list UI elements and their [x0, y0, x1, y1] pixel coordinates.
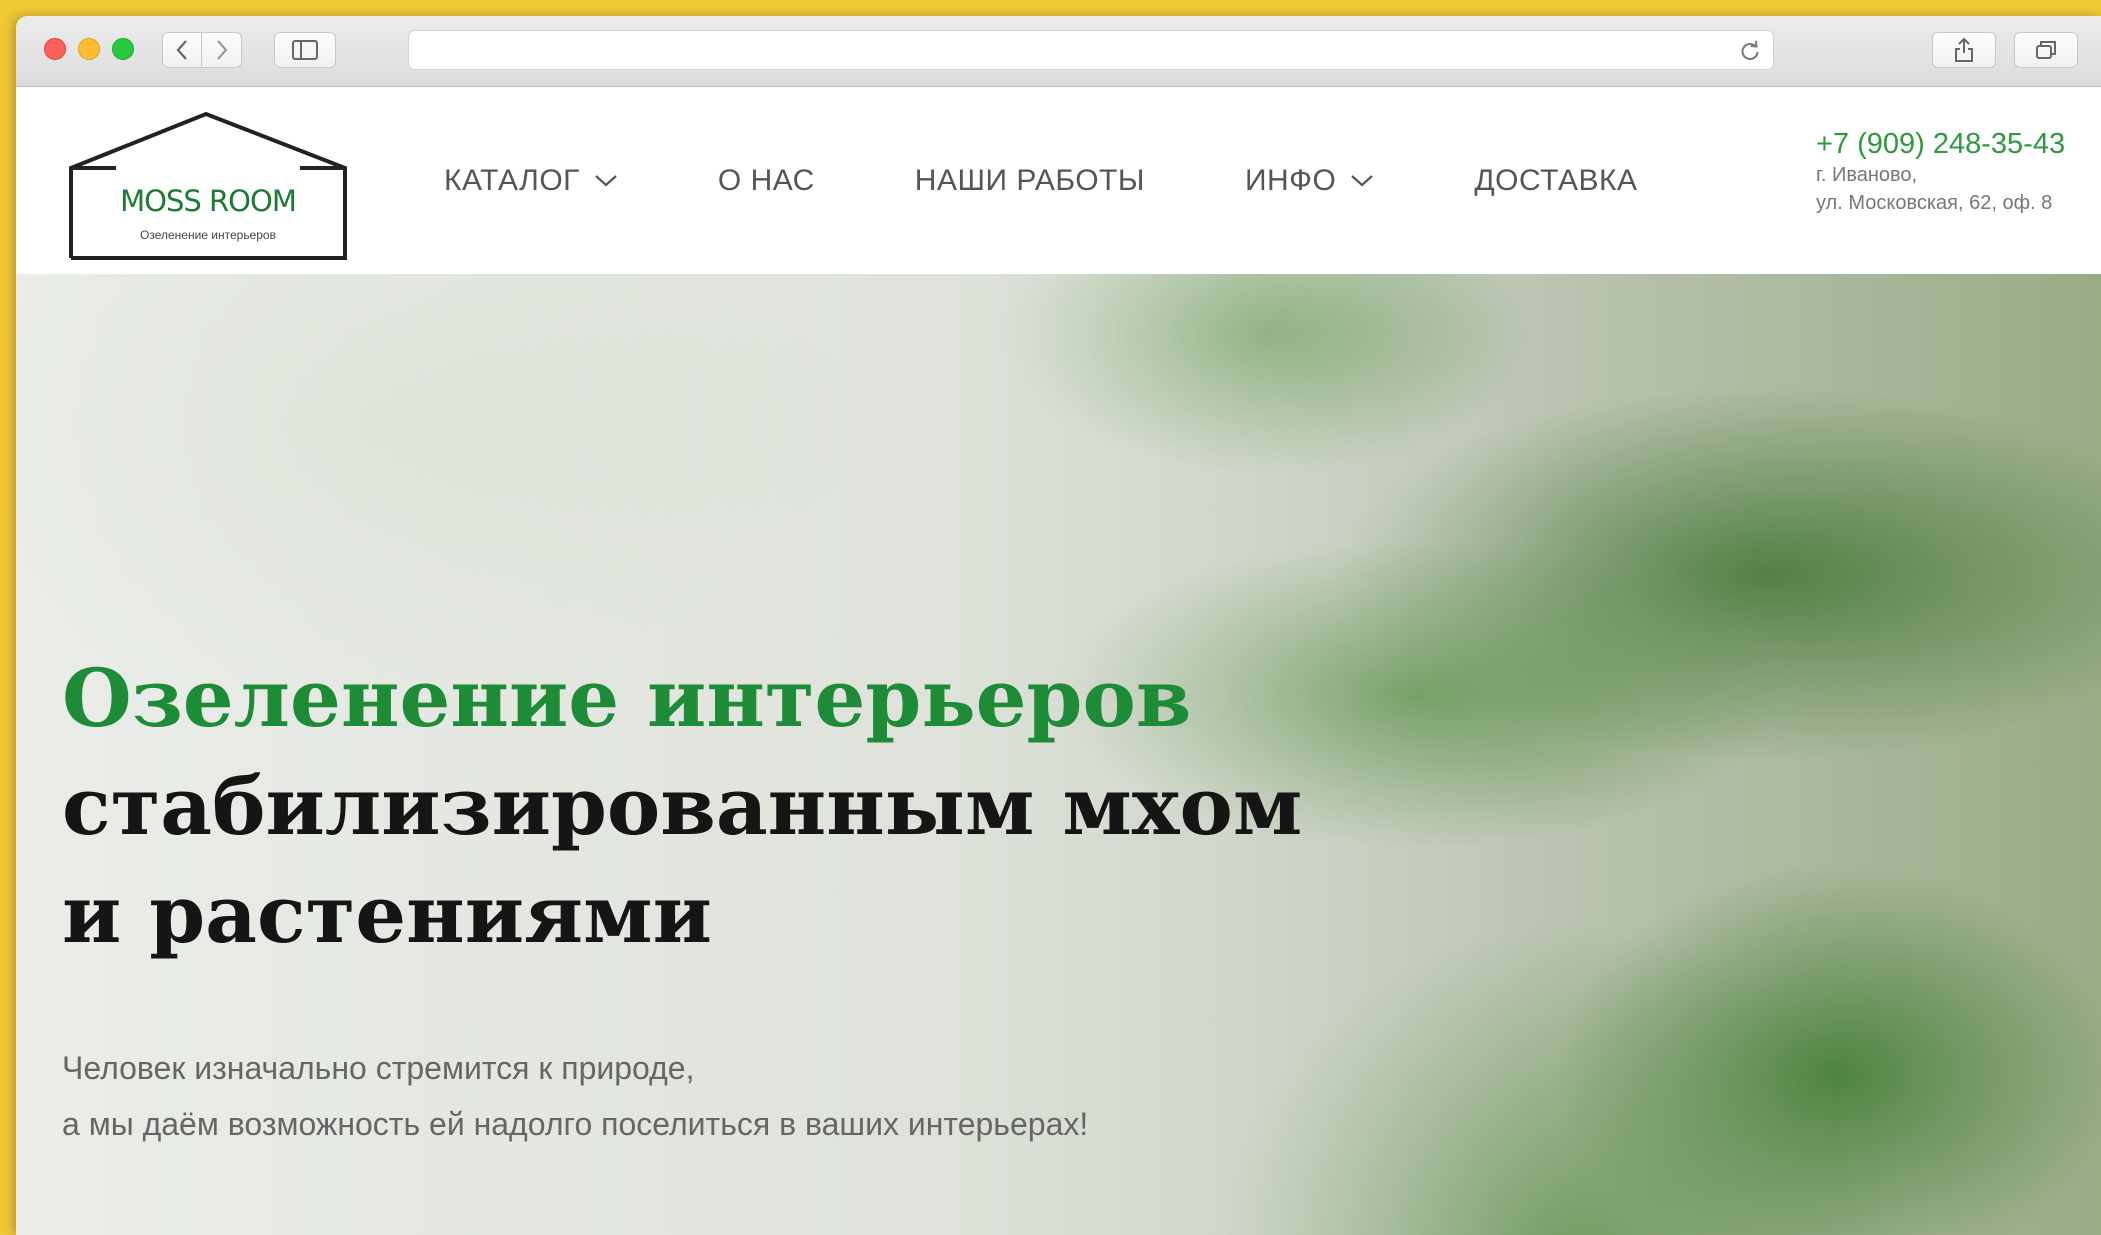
nav-info[interactable]: ИНФО	[1245, 164, 1374, 198]
nav-delivery[interactable]: ДОСТАВКА	[1474, 164, 1637, 198]
nav-about-label: О НАС	[717, 164, 815, 197]
sidebar-icon	[292, 40, 318, 60]
nav-about[interactable]: О НАС	[718, 164, 815, 198]
browser-toolbar	[16, 16, 2101, 87]
address-street: ул. Московская, 62, оф. 8	[1816, 192, 2053, 214]
chevron-down-icon	[595, 175, 617, 187]
hero-headline: Озеленение интерьеров стабилизированным …	[62, 644, 1302, 968]
hero-headline-line3: и растениями	[62, 867, 712, 961]
logo-subtitle: Озеленение интерьеров	[140, 228, 276, 242]
close-window-button[interactable]	[44, 38, 66, 60]
minimize-window-button[interactable]	[78, 38, 100, 60]
site-logo[interactable]: MOSS ROOM Озеленение интерьеров	[68, 112, 348, 260]
hero-text: Озеленение интерьеров стабилизированным …	[62, 644, 1302, 1152]
chevron-down-icon	[1351, 175, 1374, 187]
browser-window: MOSS ROOM Озеленение интерьеров КАТАЛОГ …	[16, 16, 2101, 1235]
hero-subtext-line1: Человек изначально стремится к природе,	[62, 1050, 695, 1086]
phone-link[interactable]: +7 (909) 248-35-43	[1816, 128, 2065, 161]
hero-subtext-line2: а мы даём возможность ей надолго поселит…	[62, 1106, 1089, 1142]
forward-button[interactable]	[202, 32, 242, 68]
site-header: MOSS ROOM Озеленение интерьеров КАТАЛОГ …	[16, 88, 2101, 274]
share-button[interactable]	[1932, 32, 1996, 68]
hero-section: Озеленение интерьеров стабилизированным …	[16, 274, 2101, 1235]
nav-catalog-label: КАТАЛОГ	[444, 164, 580, 197]
tabs-overview-button[interactable]	[2014, 32, 2078, 68]
hero-headline-line2: стабилизированным мхом	[62, 759, 1303, 853]
hero-subtext: Человек изначально стремится к природе, …	[62, 1040, 1302, 1152]
back-button[interactable]	[162, 32, 202, 68]
nav-info-label: ИНФО	[1244, 164, 1337, 197]
nav-works-label: НАШИ РАБОТЫ	[914, 164, 1145, 197]
nav-catalog[interactable]: КАТАЛОГ	[444, 164, 618, 198]
share-icon	[1955, 37, 1973, 62]
hero-headline-accent: Озеленение интерьеров	[62, 651, 1192, 745]
address-city: г. Иваново,	[1816, 164, 1918, 186]
zoom-window-button[interactable]	[112, 38, 134, 60]
chevron-right-icon	[216, 40, 227, 60]
main-nav: КАТАЛОГ О НАС НАШИ РАБОТЫ ИНФО ДОСТАВКА	[444, 88, 1637, 274]
logo-title: MOSS ROOM	[120, 184, 297, 218]
address-bar[interactable]	[408, 30, 1774, 70]
nav-works[interactable]: НАШИ РАБОТЫ	[915, 164, 1145, 198]
history-nav	[162, 32, 242, 68]
sidebar-button[interactable]	[274, 32, 336, 68]
header-contacts: +7 (909) 248-35-43 г. Иваново, ул. Моско…	[1816, 128, 2065, 217]
nav-delivery-label: ДОСТАВКА	[1474, 164, 1638, 197]
reload-icon[interactable]	[1739, 40, 1761, 62]
chevron-left-icon	[176, 40, 187, 60]
tabs-overview-icon	[2036, 41, 2056, 59]
